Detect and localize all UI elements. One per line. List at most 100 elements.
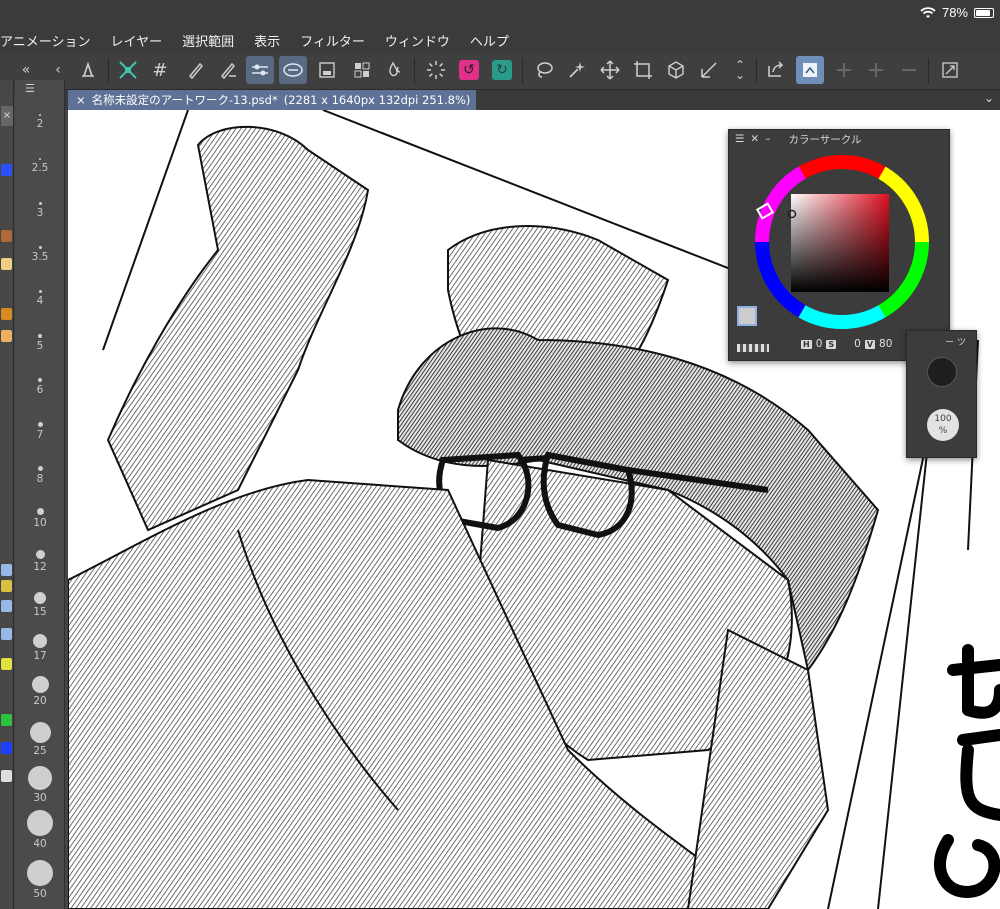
tool-chip[interactable] [1, 600, 12, 612]
main-color-swatch[interactable] [737, 306, 757, 326]
link-tool-icon[interactable] [279, 56, 307, 84]
size-option[interactable]: 40 [15, 810, 65, 850]
tool-chip[interactable] [1, 230, 12, 242]
separator [414, 58, 415, 84]
menu-bar: アニメーション レイヤー 選択範囲 表示 フィルター ウィンドウ ヘルプ [0, 28, 1000, 52]
redo-icon[interactable]: ↻ [488, 56, 516, 84]
size-option[interactable]: 25 [15, 722, 65, 757]
tool-chip[interactable] [1, 658, 12, 670]
crop-icon[interactable] [629, 56, 657, 84]
size-option[interactable]: 4 [15, 290, 65, 307]
menu-help[interactable]: ヘルプ [460, 31, 519, 50]
chevron-down-icon[interactable]: ⌄ [984, 91, 994, 105]
fill-drop-icon[interactable] [381, 56, 409, 84]
tool-chip[interactable] [1, 330, 12, 342]
size-option[interactable]: 8 [15, 466, 65, 485]
export-icon[interactable] [762, 56, 790, 84]
size-option[interactable]: 5 [15, 334, 65, 352]
plus-icon-2[interactable]: + [862, 56, 890, 84]
h-value: 0 [815, 338, 823, 350]
tool-chip[interactable] [1, 564, 12, 576]
tool-chip[interactable] [1, 308, 12, 320]
size-option[interactable]: 20 [15, 676, 65, 707]
color-chip-blue-2[interactable] [1, 742, 12, 754]
menu-window[interactable]: ウィンドウ [375, 31, 460, 50]
battery-percent: 78% [941, 5, 968, 20]
color-chip-green[interactable] [1, 714, 12, 726]
opacity-knob[interactable]: 100% [927, 409, 959, 441]
v-key: V [864, 339, 876, 349]
pen-icon[interactable] [182, 56, 210, 84]
clip-studio-window: 78% アニメーション レイヤー 選択範囲 表示 フィルター ウィンドウ ヘルプ… [0, 0, 1000, 909]
sub-tool-mini-panel: ー ツ 100% [906, 330, 977, 458]
layer-window-icon[interactable] [313, 56, 341, 84]
lasso-icon[interactable] [530, 56, 558, 84]
separator [522, 58, 523, 84]
hue-wheel[interactable] [729, 148, 951, 348]
status-right: 78% [920, 5, 994, 20]
size-option[interactable]: 50 [15, 860, 65, 900]
plus-icon[interactable]: + [830, 56, 858, 84]
close-icon[interactable]: × [1, 106, 13, 126]
size-option[interactable]: 2 [15, 114, 65, 130]
close-tab-icon[interactable]: × [76, 90, 86, 110]
ios-status-bar: 78% [0, 0, 1000, 28]
transform-3d-icon[interactable] [662, 56, 690, 84]
size-option[interactable]: 17 [15, 634, 65, 662]
transparent-swatch[interactable] [737, 344, 769, 352]
size-option[interactable]: 6 [15, 378, 65, 396]
menu-filter[interactable]: フィルター [290, 31, 375, 50]
size-option[interactable]: 30 [15, 766, 65, 804]
tool-chip[interactable] [1, 580, 12, 592]
document-tab-bar: ☰ × 名称未設定のアートワーク-13.psd* (2281 x 1640px … [44, 90, 1000, 110]
menu-layer[interactable]: レイヤー [100, 31, 172, 50]
v-value: 80 [879, 338, 893, 350]
panel-menu-icon[interactable]: ☰ [25, 82, 35, 95]
grid-icon[interactable]: # [146, 56, 174, 84]
pen-settings-icon[interactable] [214, 56, 242, 84]
comic-panel-icon[interactable] [796, 56, 824, 84]
color-chip-white[interactable] [1, 770, 12, 782]
panel-menu-icon[interactable]: ☰ [735, 133, 744, 145]
select-arrow-icon[interactable] [695, 56, 723, 84]
color-circle-panel: ☰ ✕ – カラーサークル H 0 S 0 V 80 [728, 129, 950, 361]
panel-header: ☰ ✕ – カラーサークル [729, 130, 949, 148]
panel-title: カラーサークル [788, 133, 862, 146]
move-icon[interactable] [596, 56, 624, 84]
document-info: (2281 x 1640px 132dpi 251.8%) [283, 93, 471, 107]
size-option[interactable]: 2.5 [15, 158, 65, 174]
size-option[interactable]: 10 [15, 508, 65, 529]
size-option[interactable]: 3.5 [15, 246, 65, 263]
minimize-icon[interactable]: – [765, 133, 770, 145]
layer-property-icon[interactable] [348, 56, 376, 84]
tool-chip[interactable] [1, 628, 12, 640]
battery-icon [974, 7, 994, 18]
document-tab[interactable]: × 名称未設定のアートワーク-13.psd* (2281 x 1640px 13… [68, 90, 477, 110]
size-option[interactable]: 12 [15, 550, 65, 573]
size-option[interactable]: 3 [15, 202, 65, 219]
minus-icon[interactable]: − [895, 56, 923, 84]
loading-sparkle-icon[interactable] [422, 56, 450, 84]
mini-panel-title: ー ツ [945, 338, 966, 348]
menu-animation[interactable]: アニメーション [0, 31, 100, 50]
up-down-icon[interactable]: ⌃ ⌄ [726, 56, 754, 84]
fullscreen-icon[interactable] [936, 56, 964, 84]
size-option[interactable]: 15 [15, 592, 65, 618]
brush-preview-dot[interactable] [927, 357, 957, 387]
magic-wand-icon[interactable] [563, 56, 591, 84]
command-bar: « ‹ # ↺ ↻ ⌃ ⌄ + + − [0, 52, 1000, 90]
opacity-value: 100% [934, 414, 952, 436]
undo-icon[interactable]: ↺ [455, 56, 483, 84]
size-option[interactable]: 7 [15, 422, 65, 441]
tool-chip[interactable] [1, 258, 12, 270]
s-key: S [826, 339, 837, 349]
tool-property-icon[interactable] [246, 56, 274, 84]
separator [756, 58, 757, 84]
close-icon[interactable]: ✕ [750, 133, 759, 145]
menu-selection[interactable]: 選択範囲 [172, 31, 244, 50]
separator [108, 58, 109, 84]
clear-layer-icon[interactable] [74, 56, 102, 84]
menu-view[interactable]: 表示 [244, 31, 290, 50]
color-chip-blue[interactable] [1, 164, 12, 176]
snap-ruler-icon[interactable] [114, 56, 142, 84]
